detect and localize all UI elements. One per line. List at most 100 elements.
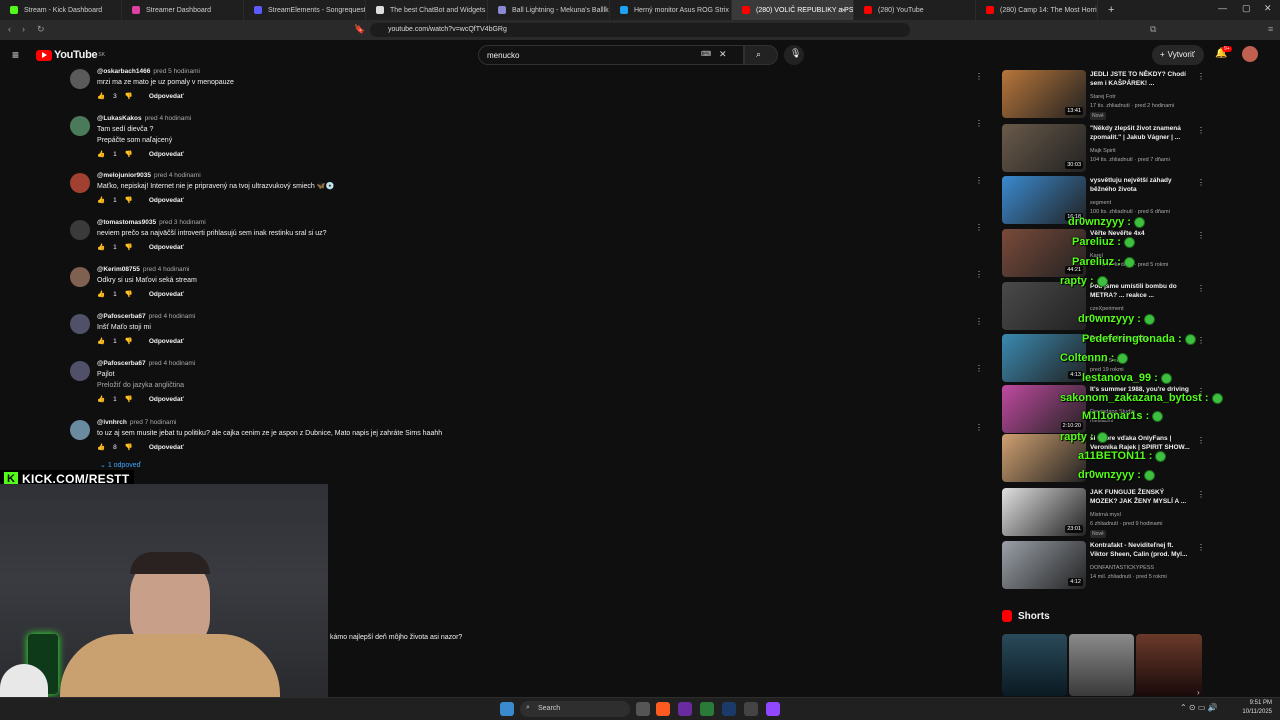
comment-author[interactable]: @ivnhrch bbox=[97, 419, 127, 426]
commenter-avatar[interactable] bbox=[70, 69, 90, 89]
browser-tab[interactable]: (280) Camp 14: The Most Horrible Pl bbox=[976, 0, 1098, 20]
excel-icon[interactable] bbox=[700, 702, 714, 716]
comment-more-icon[interactable]: ⋮ bbox=[975, 176, 983, 185]
video-more-icon[interactable]: ⋮ bbox=[1197, 336, 1205, 345]
related-video[interactable]: 23:01 JAK FUNGUJE ŽENSKÝ MOZEK? JAK ŽENY … bbox=[1002, 488, 1205, 538]
video-thumbnail[interactable]: 13:41 bbox=[1002, 70, 1086, 118]
search-input[interactable]: menucko ✕ ⌨ bbox=[478, 45, 744, 65]
obs-icon[interactable] bbox=[744, 702, 758, 716]
comment-time[interactable]: pred 5 hodinami bbox=[153, 68, 200, 75]
translate-link[interactable]: Preložiť do jazyka angličtina bbox=[97, 380, 184, 391]
browser-menu-icon[interactable]: ≡ bbox=[1268, 24, 1273, 34]
video-channel[interactable]: segment bbox=[1090, 200, 1111, 206]
system-tray-icons[interactable]: ⌃ ⊙ ▭ 🔊 bbox=[1180, 703, 1218, 712]
new-tab-button[interactable]: + bbox=[1098, 4, 1124, 16]
like-icon[interactable]: 👍 bbox=[97, 92, 105, 100]
clear-search-icon[interactable]: ✕ bbox=[719, 49, 727, 60]
taskbar-search[interactable]: ⌕ Search bbox=[520, 701, 630, 717]
view-replies-link[interactable]: ⌄ 1 odpoveď bbox=[100, 461, 141, 469]
dislike-icon[interactable]: 👎 bbox=[125, 395, 133, 403]
video-channel[interactable]: Majk Spirit bbox=[1090, 148, 1116, 154]
reply-button[interactable]: Odpovedať bbox=[149, 338, 184, 345]
steam-icon[interactable] bbox=[722, 702, 736, 716]
commenter-avatar[interactable] bbox=[70, 314, 90, 334]
back-icon[interactable]: ‹ bbox=[8, 24, 11, 34]
commenter-avatar[interactable] bbox=[70, 361, 90, 381]
comment-more-icon[interactable]: ⋮ bbox=[975, 119, 983, 128]
comment-author[interactable]: @Pafoscerba67 bbox=[97, 360, 146, 367]
reload-icon[interactable]: ↻ bbox=[37, 24, 45, 35]
browser-tab[interactable]: (280) YouTube bbox=[854, 0, 976, 20]
reply-button[interactable]: Odpovedať bbox=[149, 396, 184, 403]
browser-tab[interactable]: Stream - Kick Dashboard bbox=[0, 0, 122, 20]
comment-time[interactable]: pred 7 hodinami bbox=[130, 419, 177, 426]
video-more-icon[interactable]: ⋮ bbox=[1197, 543, 1205, 552]
related-video[interactable]: 4:12 Kontrafakt - Neviditeľnej ft. Viktor… bbox=[1002, 541, 1205, 591]
reply-button[interactable]: Odpovedať bbox=[149, 444, 184, 451]
short-thumbnail[interactable] bbox=[1069, 634, 1134, 696]
video-more-icon[interactable]: ⋮ bbox=[1197, 436, 1205, 445]
short-thumbnail[interactable] bbox=[1002, 634, 1067, 696]
like-icon[interactable]: 👍 bbox=[97, 337, 105, 345]
reply-button[interactable]: Odpovedať bbox=[149, 197, 184, 204]
browser-tab[interactable]: (280) VOLIČ REPUBLIKY a PS-ka ✕ bbox=[732, 0, 854, 20]
comment-more-icon[interactable]: ⋮ bbox=[975, 364, 983, 373]
close-window-icon[interactable]: ✕ bbox=[1264, 3, 1272, 14]
dislike-icon[interactable]: 👎 bbox=[125, 243, 133, 251]
windows-start-icon[interactable] bbox=[500, 702, 514, 716]
keyboard-icon[interactable]: ⌨ bbox=[701, 50, 711, 58]
comment-more-icon[interactable]: ⋮ bbox=[975, 317, 983, 326]
video-title[interactable]: JAK FUNGUJE ŽENSKÝ MOZEK? JAK ŽENY MYSLÍ… bbox=[1090, 488, 1190, 506]
search-button[interactable]: ⌕ bbox=[744, 45, 778, 65]
browser-tab[interactable]: Streamer Dashboard bbox=[122, 0, 244, 20]
comment-time[interactable]: pred 4 hodinami bbox=[149, 360, 196, 367]
twitch-icon[interactable] bbox=[766, 702, 780, 716]
hamburger-menu-icon[interactable]: ≡ bbox=[12, 48, 19, 62]
video-more-icon[interactable]: ⋮ bbox=[1197, 126, 1205, 135]
video-channel[interactable]: czeXperiment bbox=[1090, 306, 1124, 312]
comment-more-icon[interactable]: ⋮ bbox=[975, 423, 983, 432]
related-video[interactable]: 13:41 JEDLI JSTE TO NĚKDY? Chodí sem i KA… bbox=[1002, 70, 1205, 120]
like-icon[interactable]: 👍 bbox=[97, 243, 105, 251]
bookmark-icon[interactable]: 🔖 bbox=[354, 24, 365, 35]
comment-time[interactable]: pred 3 hodinami bbox=[159, 219, 206, 226]
browser-tab[interactable]: The best ChatBot and Widgets for K bbox=[366, 0, 488, 20]
comment-more-icon[interactable]: ⋮ bbox=[975, 72, 983, 81]
comment-author[interactable]: @Pafoscerba67 bbox=[97, 313, 146, 320]
video-more-icon[interactable]: ⋮ bbox=[1197, 284, 1205, 293]
reply-button[interactable]: Odpovedať bbox=[149, 93, 184, 100]
video-title[interactable]: Kontrafakt - Neviditeľnej ft. Viktor She… bbox=[1090, 541, 1190, 559]
extensions-icon[interactable]: ⧉ bbox=[1150, 24, 1156, 35]
commenter-avatar[interactable] bbox=[70, 267, 90, 287]
comment-time[interactable]: pred 4 hodinami bbox=[143, 266, 190, 273]
comment-time[interactable]: pred 4 hodinami bbox=[145, 115, 192, 122]
reply-button[interactable]: Odpovedať bbox=[149, 244, 184, 251]
dislike-icon[interactable]: 👎 bbox=[125, 443, 133, 451]
video-channel[interactable]: Mistrná mysl bbox=[1090, 512, 1121, 518]
video-thumbnail[interactable]: 4:12 bbox=[1002, 541, 1086, 589]
like-icon[interactable]: 👍 bbox=[97, 290, 105, 298]
next-app-icon[interactable] bbox=[678, 702, 692, 716]
like-icon[interactable]: 👍 bbox=[97, 443, 105, 451]
dislike-icon[interactable]: 👎 bbox=[125, 337, 133, 345]
youtube-logo[interactable]: YouTube SK bbox=[36, 49, 105, 61]
related-video[interactable]: 30:03 "Někdy zlepšit život znamená zpomal… bbox=[1002, 124, 1205, 174]
reply-button[interactable]: Odpovedať bbox=[149, 151, 184, 158]
comment-author[interactable]: @oskarbach1466 bbox=[97, 68, 150, 75]
create-button[interactable]: + Vytvoriť bbox=[1152, 45, 1204, 65]
commenter-avatar[interactable] bbox=[70, 420, 90, 440]
dislike-icon[interactable]: 👎 bbox=[125, 290, 133, 298]
comment-author[interactable]: @Kerim08755 bbox=[97, 266, 140, 273]
shorts-next-icon[interactable]: › bbox=[1197, 688, 1200, 697]
browser-tab[interactable]: Ball Lightning - Mekuna's Balllkuna bbox=[488, 0, 610, 20]
account-avatar[interactable] bbox=[1242, 46, 1258, 62]
commenter-avatar[interactable] bbox=[70, 116, 90, 136]
video-title[interactable]: vysvětluju největší záhady běžného život… bbox=[1090, 176, 1190, 194]
browser-tab[interactable]: Herný monitor Asus ROG Strix OLED bbox=[610, 0, 732, 20]
browser-tab[interactable]: StreamElements - Songrequest bbox=[244, 0, 366, 20]
url-field[interactable]: youtube.com/watch?v=wcQfTV4bGRg bbox=[370, 23, 910, 37]
comment-author[interactable]: @tomastomas9035 bbox=[97, 219, 156, 226]
minimize-icon[interactable]: — bbox=[1218, 3, 1227, 13]
dislike-icon[interactable]: 👎 bbox=[125, 92, 133, 100]
comment-time[interactable]: pred 4 hodinami bbox=[154, 172, 201, 179]
